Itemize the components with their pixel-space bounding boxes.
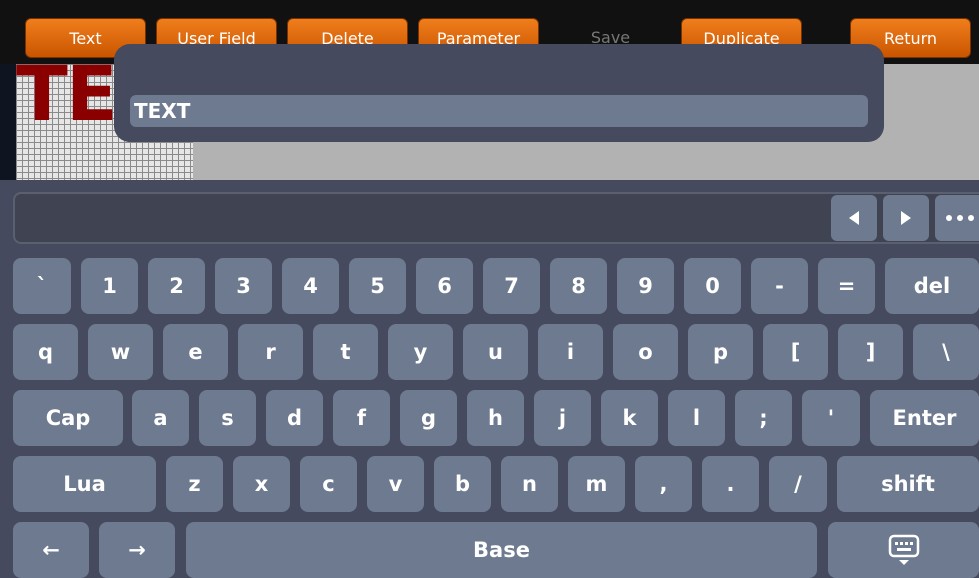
key-8[interactable]: 8: [550, 258, 607, 314]
key-7[interactable]: 7: [483, 258, 540, 314]
key-z[interactable]: z: [166, 456, 223, 512]
key-b[interactable]: b: [434, 456, 491, 512]
key-m[interactable]: m: [568, 456, 625, 512]
key-equals[interactable]: =: [818, 258, 875, 314]
key-4[interactable]: 4: [282, 258, 339, 314]
key-g[interactable]: g: [400, 390, 457, 446]
key-u[interactable]: u: [463, 324, 528, 380]
more-button[interactable]: [935, 195, 979, 241]
keyboard-hide-icon: [888, 534, 919, 565]
key-i[interactable]: i: [538, 324, 603, 380]
key-backtick[interactable]: `: [13, 258, 71, 314]
key-f[interactable]: f: [333, 390, 390, 446]
key-r[interactable]: r: [238, 324, 303, 380]
key-arrow-right[interactable]: →: [99, 522, 175, 578]
key-d[interactable]: d: [266, 390, 323, 446]
cursor-right-button[interactable]: [883, 195, 929, 241]
onscreen-keyboard: ` 1 2 3 4 5 6 7 8 9 0 - = del q w e r t …: [0, 180, 979, 578]
cursor-left-button[interactable]: [831, 195, 877, 241]
key-1[interactable]: 1: [81, 258, 138, 314]
key-k[interactable]: k: [601, 390, 658, 446]
key-semicolon[interactable]: ;: [735, 390, 792, 446]
key-enter[interactable]: Enter: [870, 390, 979, 446]
key-y[interactable]: y: [388, 324, 453, 380]
key-j[interactable]: j: [534, 390, 591, 446]
key-2[interactable]: 2: [148, 258, 205, 314]
key-o[interactable]: o: [613, 324, 678, 380]
key-minus[interactable]: -: [751, 258, 808, 314]
key-9[interactable]: 9: [617, 258, 674, 314]
caret-right-icon: [901, 211, 911, 225]
key-slash[interactable]: /: [769, 456, 827, 512]
key-shift[interactable]: shift: [837, 456, 979, 512]
key-0[interactable]: 0: [684, 258, 741, 314]
app-window: Text User Field Delete Parameter Save Du…: [0, 0, 979, 578]
key-left-bracket[interactable]: [: [763, 324, 828, 380]
key-n[interactable]: n: [501, 456, 558, 512]
key-l[interactable]: l: [668, 390, 725, 446]
more-icon: [946, 215, 974, 221]
key-s[interactable]: s: [199, 390, 256, 446]
key-w[interactable]: w: [88, 324, 153, 380]
key-right-bracket[interactable]: ]: [838, 324, 903, 380]
caret-left-icon: [849, 211, 859, 225]
key-5[interactable]: 5: [349, 258, 406, 314]
key-x[interactable]: x: [233, 456, 290, 512]
key-a[interactable]: a: [132, 390, 189, 446]
key-p[interactable]: p: [688, 324, 753, 380]
key-v[interactable]: v: [367, 456, 424, 512]
key-c[interactable]: c: [300, 456, 357, 512]
text-input-dialog: TEXT: [114, 44, 884, 142]
key-hide-keyboard[interactable]: [828, 522, 979, 578]
key-space-base[interactable]: Base: [186, 522, 817, 578]
key-arrow-left[interactable]: ←: [13, 522, 89, 578]
key-quote[interactable]: ': [802, 390, 860, 446]
key-lua[interactable]: Lua: [13, 456, 156, 512]
key-3[interactable]: 3: [215, 258, 272, 314]
key-q[interactable]: q: [13, 324, 78, 380]
key-6[interactable]: 6: [416, 258, 473, 314]
key-caps[interactable]: Cap: [13, 390, 123, 446]
key-e[interactable]: e: [163, 324, 228, 380]
key-t[interactable]: t: [313, 324, 378, 380]
key-delete[interactable]: del: [885, 258, 979, 314]
key-h[interactable]: h: [467, 390, 524, 446]
key-period[interactable]: .: [702, 456, 759, 512]
key-backslash[interactable]: \: [913, 324, 979, 380]
key-comma[interactable]: ,: [635, 456, 692, 512]
text-input-field[interactable]: TEXT: [130, 95, 868, 127]
